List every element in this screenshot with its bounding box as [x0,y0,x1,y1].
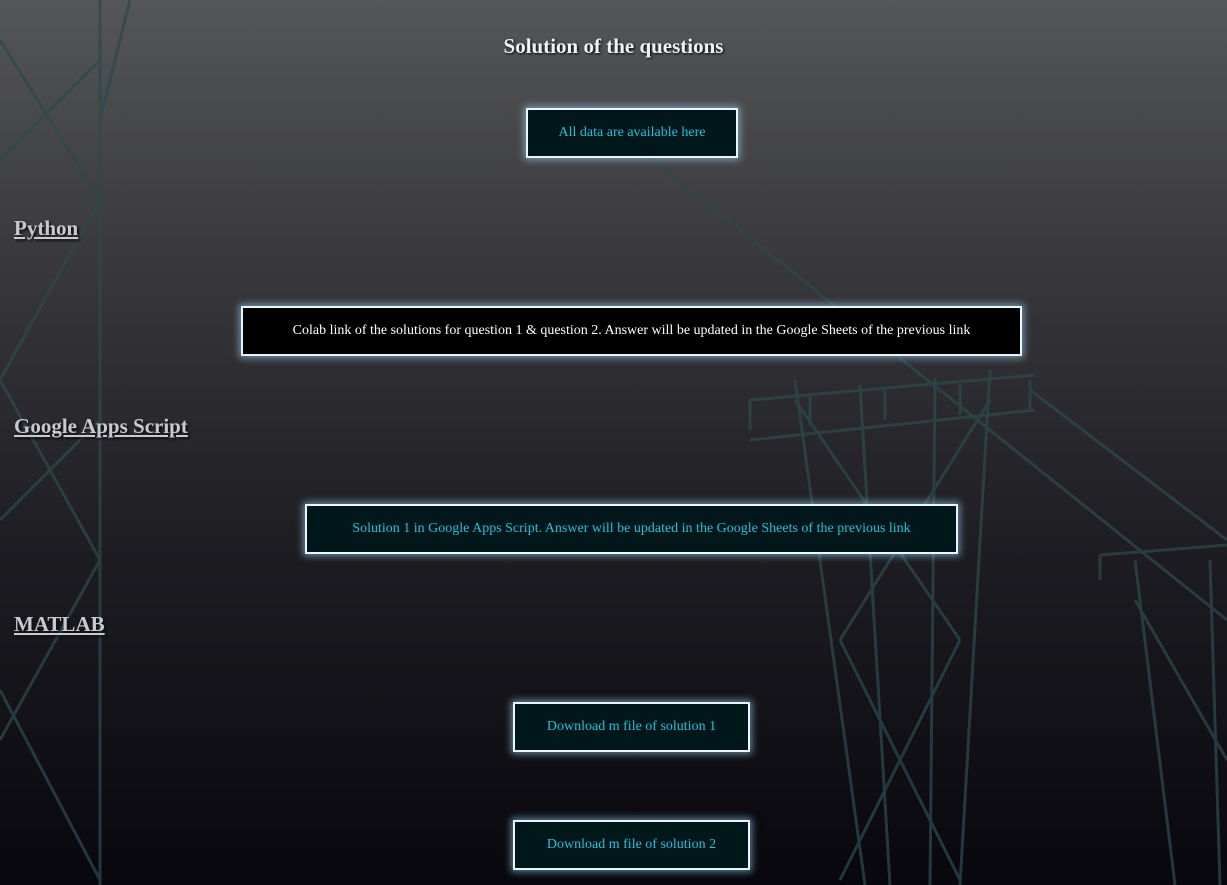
download-solution-1-button[interactable]: Download m file of solution 1 [513,702,750,752]
section-heading-matlab[interactable]: MATLAB [14,612,105,637]
colab-link-button[interactable]: Colab link of the solutions for question… [241,306,1022,356]
google-apps-script-solution-button[interactable]: Solution 1 in Google Apps Script. Answer… [305,504,958,554]
section-heading-google-apps-script[interactable]: Google Apps Script [14,414,188,439]
section-heading-python[interactable]: Python [14,216,78,241]
download-solution-2-button[interactable]: Download m file of solution 2 [513,820,750,870]
all-data-button[interactable]: All data are available here [526,108,738,158]
page-title: Solution of the questions [503,34,724,58]
